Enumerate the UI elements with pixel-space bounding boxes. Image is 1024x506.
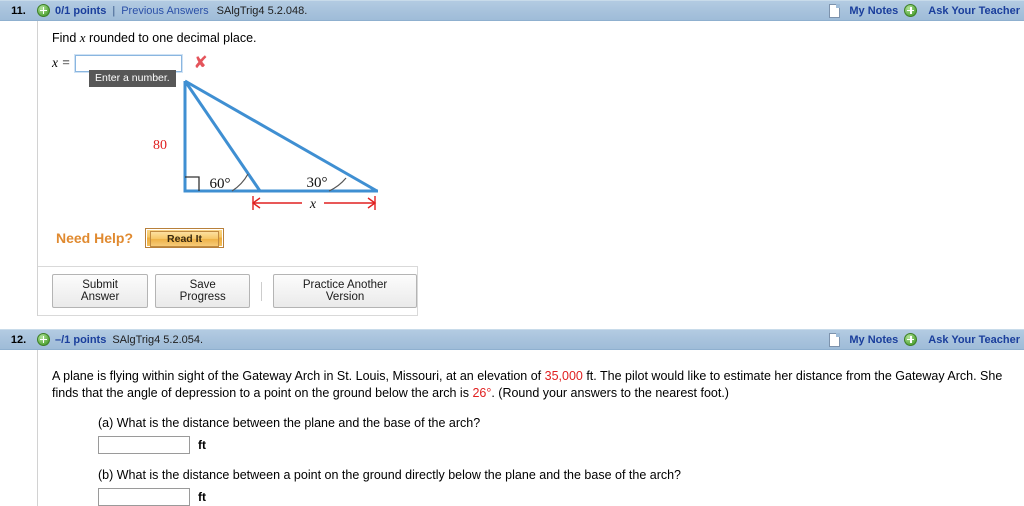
subquestion-b: (b) What is the distance between a point… [98, 468, 1024, 506]
question-code: SAlgTrig4 5.2.054. [112, 333, 204, 346]
subquestion-b-unit: ft [198, 490, 206, 504]
subquestion-b-input[interactable] [98, 488, 190, 506]
angle-label-left: 60° [210, 176, 231, 192]
my-notes-link[interactable]: My Notes [849, 334, 898, 346]
subquestion-a-unit: ft [198, 438, 206, 452]
question-content-12: A plane is flying within sight of the Ga… [38, 350, 1024, 506]
action-buttons-row: Submit Answer Save Progress Practice Ano… [38, 266, 418, 316]
note-page-icon[interactable] [829, 332, 841, 347]
subquestion-a-input[interactable] [98, 436, 190, 454]
block-gap [0, 316, 1024, 329]
angle-arc-right [328, 177, 347, 192]
angle-arc-left [231, 173, 249, 192]
my-notes-link[interactable]: My Notes [849, 5, 898, 17]
question-body-11: Find x rounded to one decimal place. x =… [0, 21, 1024, 316]
subquestion-a: (a) What is the distance between the pla… [98, 416, 1024, 454]
angle-value: 26° [472, 386, 492, 400]
subquestion-b-answer-row: ft [98, 488, 1024, 506]
paragraph-part-3: . (Round your answers to the nearest foo… [491, 386, 729, 400]
left-gutter [0, 350, 38, 506]
subquestion-a-label: (a) What is the distance between the pla… [98, 416, 481, 430]
read-it-label: Read It [150, 231, 220, 247]
question-block-12: 12. –/1 points SAlgTrig4 5.2.054. My Not… [0, 329, 1024, 506]
points-label: –/1 points [55, 333, 107, 346]
elevation-value: 35,000 [544, 369, 583, 383]
button-divider [261, 281, 263, 301]
question-header-11: 11. 0/1 points | Previous Answers SAlgTr… [0, 0, 1024, 21]
incorrect-mark-icon: ✘ [193, 52, 208, 73]
ask-your-teacher-link[interactable]: Ask Your Teacher [928, 334, 1020, 346]
question-header-12: 12. –/1 points SAlgTrig4 5.2.054. My Not… [0, 329, 1024, 350]
practice-another-version-button[interactable]: Practice Another Version [273, 274, 417, 308]
answer-variable-label: x = [52, 55, 71, 70]
header-tools-11: My Notes Ask Your Teacher [829, 1, 1020, 20]
question-block-11: 11. 0/1 points | Previous Answers SAlgTr… [0, 0, 1024, 316]
ask-teacher-plus-icon[interactable] [904, 333, 918, 346]
triangle-diagram: 80 60° 30° x [52, 77, 1024, 220]
question-body-12: A plane is flying within sight of the Ga… [0, 350, 1024, 506]
save-progress-button[interactable]: Save Progress [155, 274, 251, 308]
expand-plus-icon[interactable] [37, 333, 50, 346]
answer-row: x = ✘ Enter a number. [52, 52, 1024, 87]
right-angle-marker [185, 176, 200, 191]
question-content-11: Find x rounded to one decimal place. x =… [38, 21, 1024, 316]
prompt-text-before: Find [52, 31, 80, 45]
need-help-row: Need Help? Read It [56, 228, 1024, 248]
header-separator: | [112, 4, 116, 17]
input-tooltip: Enter a number. [89, 70, 176, 87]
dimension-label-x: x [309, 197, 317, 212]
angle-label-right: 30° [307, 175, 328, 191]
left-gutter [0, 21, 38, 316]
ask-teacher-plus-icon[interactable] [904, 4, 918, 17]
subquestion-b-label: (b) What is the distance between a point… [98, 468, 682, 482]
question-number: 11. [11, 4, 26, 17]
submit-answer-button[interactable]: Submit Answer [52, 274, 149, 308]
answer-input[interactable] [74, 53, 184, 73]
read-it-button[interactable]: Read It [145, 228, 225, 248]
question-number: 12. [10, 333, 27, 346]
header-tools-12: My Notes Ask Your Teacher [829, 330, 1020, 349]
previous-answers-link[interactable]: Previous Answers [121, 5, 208, 17]
note-page-icon[interactable] [829, 3, 841, 18]
need-help-label: Need Help? [56, 230, 134, 246]
question-paragraph: A plane is flying within sight of the Ga… [52, 368, 1024, 402]
ask-your-teacher-link[interactable]: Ask Your Teacher [928, 5, 1020, 17]
prompt-text-after: rounded to one decimal place. [85, 31, 257, 45]
side-label-80: 80 [153, 138, 167, 153]
expand-plus-icon[interactable] [37, 4, 50, 17]
subquestion-a-answer-row: ft [98, 436, 1024, 454]
points-label: 0/1 points [55, 4, 107, 17]
triangle-shape [183, 79, 378, 193]
question-code: SAlgTrig4 5.2.048. [216, 4, 308, 17]
paragraph-part-1: A plane is flying within sight of the Ga… [52, 369, 545, 383]
question-prompt: Find x rounded to one decimal place. [52, 30, 1024, 46]
